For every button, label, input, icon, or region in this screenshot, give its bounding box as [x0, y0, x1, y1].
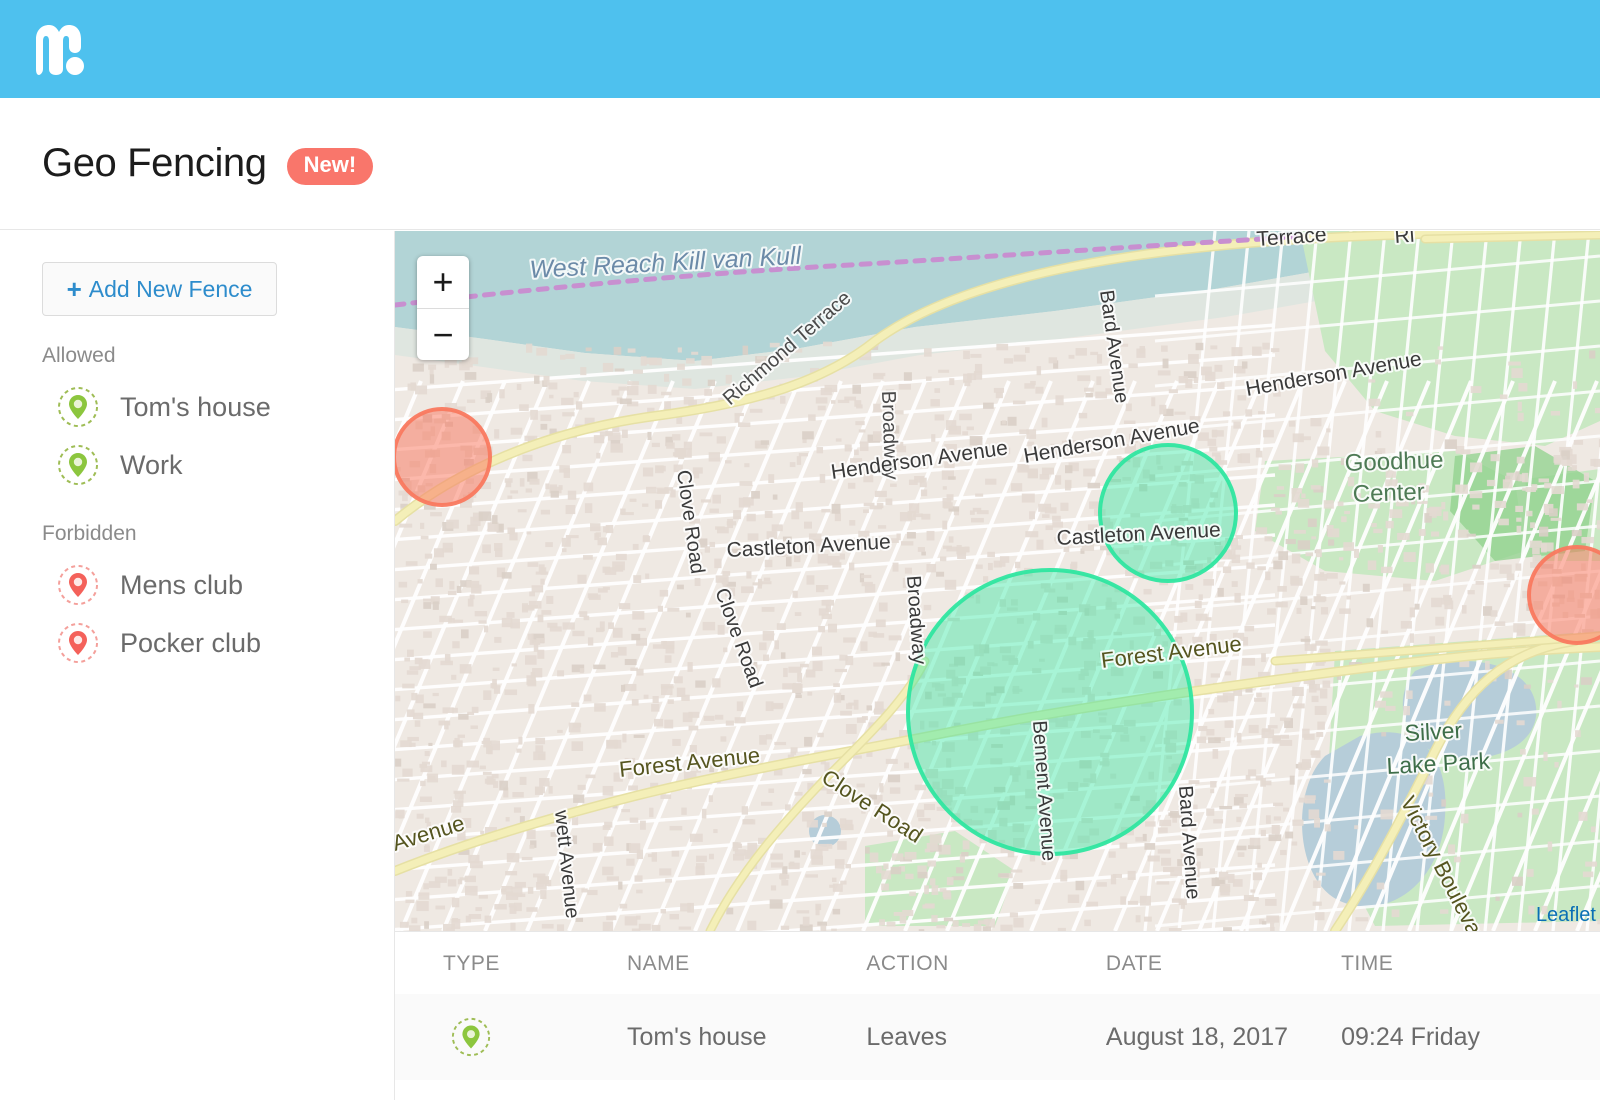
row-name-cell: Tom's house	[627, 994, 866, 1080]
fence-name: Pocker club	[120, 628, 261, 659]
fence-events-table-container: TYPE NAME ACTION DATE TIME	[395, 931, 1600, 1100]
map-pin-allowed-icon	[56, 385, 100, 429]
add-new-fence-button[interactable]: + Add New Fence	[42, 262, 277, 316]
row-type-cell	[395, 994, 627, 1080]
app-header	[0, 0, 1600, 98]
map-pin-allowed-icon	[56, 443, 100, 487]
fence-name: Tom's house	[120, 392, 271, 423]
column-header-action: ACTION	[866, 932, 1105, 994]
zoom-in-button[interactable]: +	[417, 256, 469, 308]
svg-text:Goodhue: Goodhue	[1344, 447, 1444, 477]
svg-text:Lake Park: Lake Park	[1386, 748, 1491, 779]
plus-icon: +	[67, 276, 82, 302]
fence-item-work[interactable]: Work	[0, 436, 394, 494]
page-title: Geo Fencing	[42, 141, 267, 186]
svg-text:Ri: Ri	[1394, 231, 1415, 248]
row-date-cell: August 18, 2017	[1106, 994, 1341, 1080]
fence-item-toms-house[interactable]: Tom's house	[0, 378, 394, 436]
column-header-time: TIME	[1341, 932, 1600, 994]
map-pin-allowed-icon	[450, 1016, 492, 1058]
zoom-out-button[interactable]: −	[417, 308, 469, 360]
group-title-forbidden: Forbidden	[42, 522, 394, 546]
table-row[interactable]: Tom's house Leaves August 18, 2017 09:24…	[395, 994, 1600, 1080]
map-zoom-controls: + −	[417, 256, 469, 360]
column-header-type: TYPE	[395, 932, 627, 994]
group-title-allowed: Allowed	[42, 344, 394, 368]
page-title-bar: Geo Fencing New!	[0, 98, 1600, 230]
table-header-row: TYPE NAME ACTION DATE TIME	[395, 932, 1600, 994]
fence-item-mens-club[interactable]: Mens club	[0, 556, 394, 614]
map-pin-forbidden-icon	[56, 563, 100, 607]
column-header-name: NAME	[627, 932, 866, 994]
geofence-map[interactable]: West Reach Kill van KullWest Reach Kill …	[395, 231, 1600, 931]
fence-name: Mens club	[120, 570, 243, 601]
forbidden-fence-list: Mens club Pocker club	[0, 556, 394, 672]
map-canvas: West Reach Kill van KullWest Reach Kill …	[395, 231, 1600, 931]
allowed-fence-list: Tom's house Work	[0, 378, 394, 494]
svg-text:Center: Center	[1352, 478, 1425, 507]
leaflet-attribution-link[interactable]: Leaflet	[1536, 904, 1596, 927]
fence-events-table: TYPE NAME ACTION DATE TIME	[395, 932, 1600, 1080]
mspy-logo-icon[interactable]	[28, 21, 90, 77]
svg-text:Silver: Silver	[1404, 717, 1463, 746]
new-badge: New!	[287, 148, 374, 184]
row-time-cell: 09:24 Friday	[1341, 994, 1600, 1080]
fence-item-pocker-club[interactable]: Pocker club	[0, 614, 394, 672]
fence-name: Work	[120, 450, 183, 481]
row-action-cell: Leaves	[866, 994, 1105, 1080]
map-pin-forbidden-icon	[56, 621, 100, 665]
column-header-date: DATE	[1106, 932, 1341, 994]
add-new-fence-label: Add New Fence	[89, 276, 253, 303]
fence-sidebar: + Add New Fence Allowed Tom's house	[0, 231, 395, 1100]
